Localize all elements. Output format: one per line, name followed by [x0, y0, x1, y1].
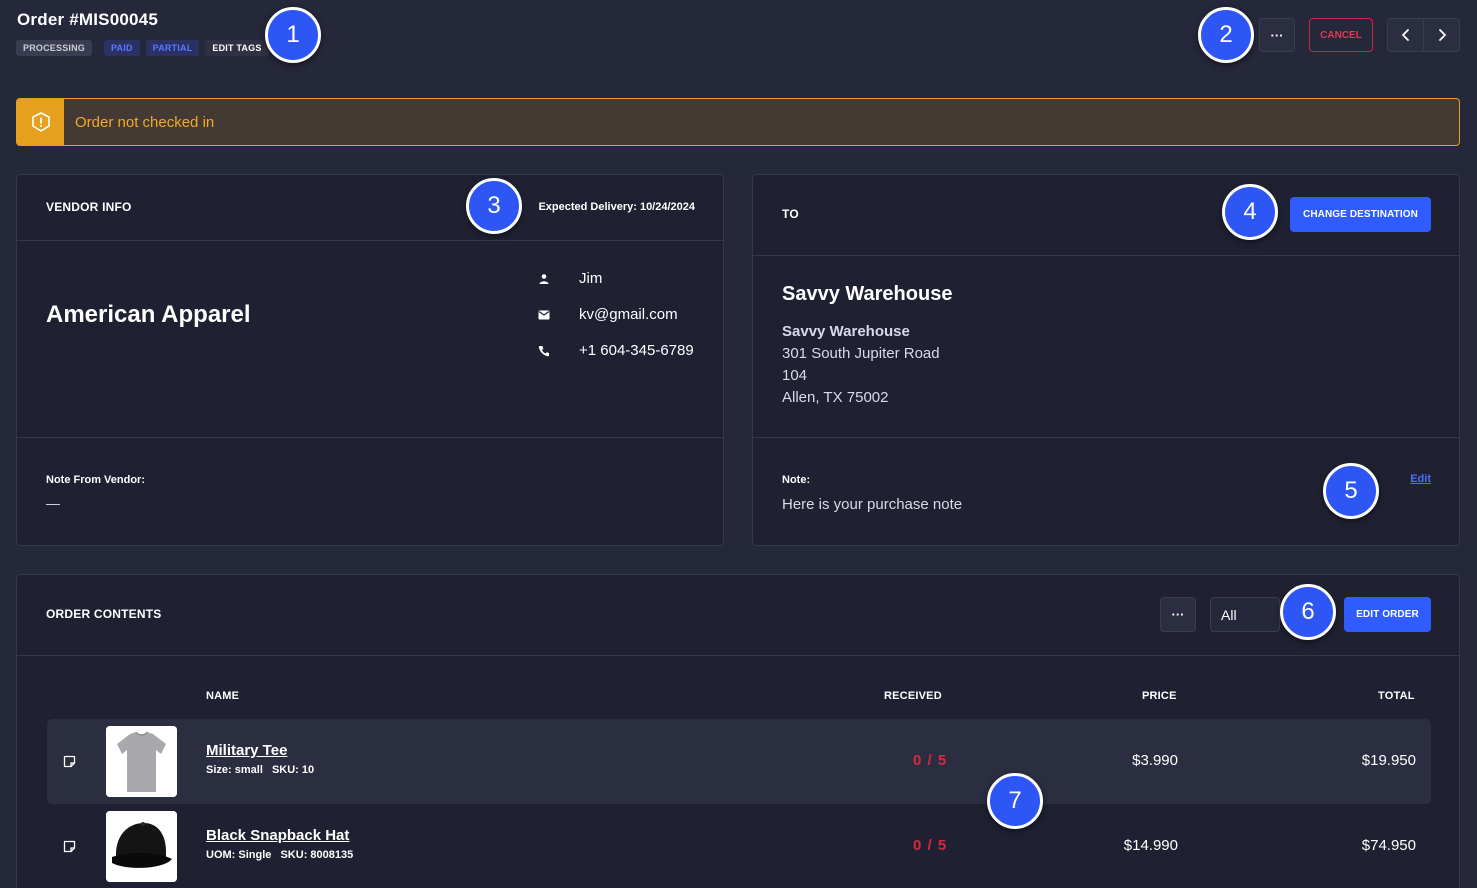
divider: [17, 240, 723, 241]
contact-name-text: Jim: [579, 270, 603, 287]
person-icon: [537, 272, 551, 286]
order-pager: [1387, 18, 1460, 52]
vendor-name: American Apparel: [46, 301, 251, 328]
item-filter-select[interactable]: All: [1210, 597, 1280, 632]
marker-5: 5: [1323, 463, 1379, 519]
column-header-name: NAME: [206, 690, 240, 702]
note-icon[interactable]: [63, 755, 76, 773]
table-row[interactable]: Military Tee Size: small SKU: 10 0 / 5 $…: [47, 719, 1431, 804]
marker-3: 3: [466, 178, 522, 234]
cancel-order-button[interactable]: CANCEL: [1309, 18, 1373, 52]
item-name-link[interactable]: Military Tee: [206, 742, 287, 759]
item-name-link[interactable]: Black Snapback Hat: [206, 827, 349, 844]
order-tags: PROCESSING PAID PARTIAL EDIT TAGS: [16, 40, 269, 56]
vendor-email: kv@gmail.com: [537, 306, 678, 323]
expected-delivery: Expected Delivery: 10/24/2024: [538, 201, 695, 213]
column-header-received: RECEIVED: [884, 690, 942, 702]
destination-title: TO: [782, 207, 799, 221]
purchase-note-label: Note:: [782, 474, 811, 486]
item-price: $14.990: [1123, 837, 1178, 854]
check-in-alert: Order not checked in: [16, 98, 1460, 146]
vendor-info-title: VENDOR INFO: [46, 200, 132, 214]
phone-icon: [537, 344, 551, 358]
change-destination-button[interactable]: CHANGE DESTINATION: [1290, 197, 1431, 232]
item-meta: UOM: Single SKU: 8008135: [206, 849, 353, 861]
page-title: Order #MIS00045: [17, 10, 158, 29]
meta-value: small: [234, 764, 263, 776]
alert-message: Order not checked in: [75, 113, 215, 131]
column-header-total: TOTAL: [1378, 690, 1415, 702]
table-row[interactable]: Black Snapback Hat UOM: Single SKU: 8008…: [47, 804, 1431, 888]
contents-more-button[interactable]: ···: [1160, 597, 1196, 632]
meta-value: 10: [301, 764, 315, 776]
divider: [17, 437, 723, 438]
marker-7: 7: [987, 773, 1043, 829]
column-header-price: PRICE: [1142, 690, 1177, 702]
mail-icon: [537, 308, 551, 322]
item-total: $19.950: [1361, 752, 1416, 769]
meta-value: Single: [238, 849, 272, 861]
address-line-2: 104: [782, 367, 808, 384]
meta-label: SKU:: [280, 849, 308, 861]
order-contents-title: ORDER CONTENTS: [46, 607, 162, 621]
vendor-info-card: VENDOR INFO Expected Delivery: 10/24/202…: [16, 174, 724, 546]
meta-value: 8008135: [310, 849, 354, 861]
meta-label: Size:: [206, 764, 232, 776]
warning-icon: [17, 99, 64, 145]
meta-label: UOM:: [206, 849, 236, 861]
divider: [17, 655, 1459, 656]
more-actions-button[interactable]: ···: [1259, 18, 1295, 52]
item-total: $74.950: [1361, 837, 1416, 854]
edit-tags-button[interactable]: EDIT TAGS: [205, 40, 269, 56]
received-count: 0 / 5: [913, 837, 948, 854]
order-contents-card: ORDER CONTENTS ··· All EDIT ORDER NAME R…: [16, 574, 1460, 888]
address-line-3: Allen, TX 75002: [782, 389, 889, 406]
vendor-note-value: —: [46, 495, 60, 511]
destination-address: Savvy Warehouse 301 South Jupiter Road 1…: [782, 321, 940, 409]
status-badge-paid: PAID: [104, 40, 140, 56]
address-line-1: 301 South Jupiter Road: [782, 345, 940, 362]
received-count: 0 / 5: [913, 752, 948, 769]
address-name: Savvy Warehouse: [782, 323, 910, 340]
chevron-right-icon: [1438, 29, 1446, 41]
marker-6: 6: [1280, 584, 1336, 640]
next-order-button[interactable]: [1424, 19, 1459, 51]
status-badge-partial: PARTIAL: [145, 40, 200, 56]
marker-1: 1: [265, 7, 321, 63]
marker-4: 4: [1222, 184, 1278, 240]
purchase-note-value: Here is your purchase note: [782, 496, 963, 513]
item-price: $3.990: [1132, 752, 1178, 769]
item-meta: Size: small SKU: 10: [206, 764, 314, 776]
divider: [753, 255, 1459, 256]
note-icon[interactable]: [63, 840, 76, 858]
vendor-contact-name: Jim: [537, 270, 602, 287]
vendor-phone: +1 604-345-6789: [537, 342, 694, 359]
marker-2: 2: [1198, 7, 1254, 63]
phone-text[interactable]: +1 604-345-6789: [579, 342, 694, 359]
vendor-note-label: Note From Vendor:: [46, 474, 146, 486]
chevron-left-icon: [1401, 29, 1409, 41]
edit-order-button[interactable]: EDIT ORDER: [1344, 597, 1431, 632]
meta-label: SKU:: [271, 764, 299, 776]
product-image-snapback-hat: [106, 811, 177, 882]
email-text[interactable]: kv@gmail.com: [579, 306, 678, 323]
edit-note-link[interactable]: Edit: [1410, 473, 1431, 485]
divider: [753, 437, 1459, 438]
previous-order-button[interactable]: [1388, 19, 1424, 51]
destination-name: Savvy Warehouse: [782, 283, 953, 305]
product-image-military-tee: [106, 726, 177, 797]
status-badge-processing: PROCESSING: [16, 40, 93, 56]
